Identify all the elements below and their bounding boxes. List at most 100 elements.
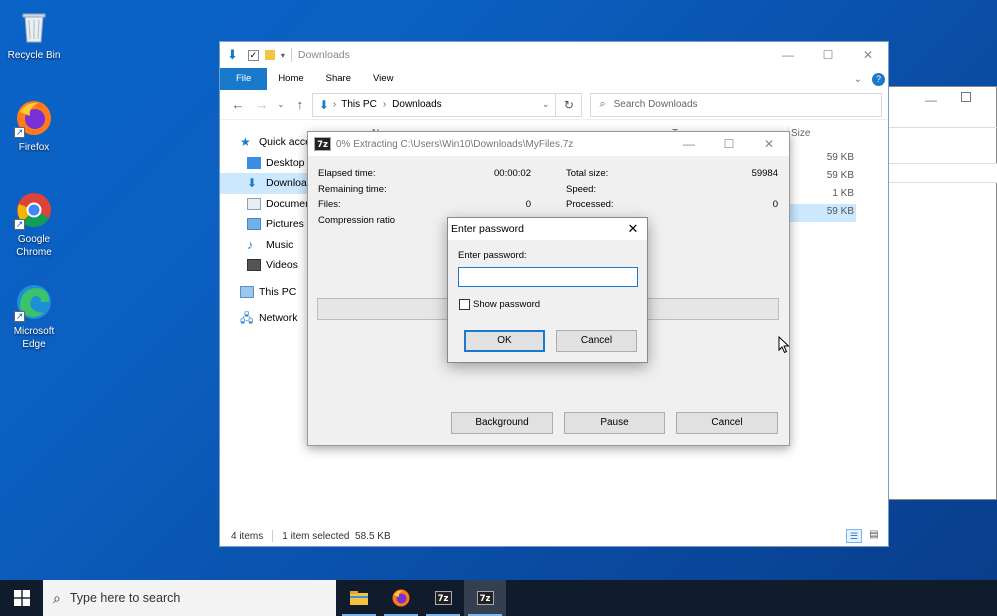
cancel-extraction-button[interactable]: Cancel xyxy=(676,412,778,434)
close-icon[interactable]: ✕ xyxy=(848,48,888,62)
file-size: 59 KB xyxy=(826,170,854,181)
background-window[interactable]: — xyxy=(888,86,997,500)
back-arrow-icon[interactable]: ← xyxy=(226,97,250,112)
desktop-icon-firefox[interactable]: ↗ Firefox xyxy=(2,98,66,154)
total-size-label: Total size: xyxy=(566,168,609,179)
details-view-icon[interactable]: ☰ xyxy=(846,529,862,543)
breadcrumb-this-pc[interactable]: This PC xyxy=(341,99,377,110)
taskbar-app-7zip[interactable]: 7z xyxy=(422,580,464,616)
processed-value: 0 xyxy=(772,199,778,210)
password-dialog-title: Enter password xyxy=(451,223,524,235)
documents-icon xyxy=(247,197,261,210)
show-password-checkbox[interactable] xyxy=(459,299,470,310)
sidebar-item-label: This PC xyxy=(259,285,297,298)
breadcrumb-separator-icon: › xyxy=(332,99,337,110)
file-size: 1 KB xyxy=(832,188,854,199)
desktop-folder-icon xyxy=(247,156,261,169)
maximize-icon[interactable]: ☐ xyxy=(808,48,848,62)
downloads-folder-icon: ⬇ xyxy=(318,97,329,112)
desktop-icon-edge[interactable]: ↗ Microsoft Edge xyxy=(2,282,66,351)
cancel-button[interactable]: Cancel xyxy=(556,330,637,352)
address-row: ← → ⌄ ↑ ⬇ › This PC › Downloads ⌄ ↻ ⌕ Se… xyxy=(220,90,888,120)
start-button[interactable] xyxy=(0,580,43,616)
minimize-icon[interactable]: — xyxy=(669,137,709,151)
maximize-icon[interactable] xyxy=(961,92,971,102)
refresh-button[interactable]: ↻ xyxy=(556,92,583,117)
sevenzip-titlebar[interactable]: 7z 0% Extracting C:\Users\Win10\Download… xyxy=(308,132,789,156)
taskbar-app-firefox[interactable] xyxy=(380,580,422,616)
files-label: Files: xyxy=(318,199,341,210)
quick-access-download-icon[interactable]: ⬇ xyxy=(227,47,238,63)
shortcut-arrow-icon: ↗ xyxy=(14,127,25,138)
show-password-label[interactable]: Show password xyxy=(473,299,540,310)
breadcrumb-separator-icon: › xyxy=(382,99,387,110)
address-bar[interactable]: ⬇ › This PC › Downloads ⌄ xyxy=(311,92,557,117)
divider xyxy=(272,530,274,542)
search-box[interactable]: ⌕ Search Downloads xyxy=(590,92,882,117)
firefox-icon xyxy=(392,589,410,607)
toolbar-strip xyxy=(889,163,997,183)
password-dialog[interactable]: Enter password ✕ Enter password: Show pa… xyxy=(447,217,648,363)
background-button[interactable]: Background xyxy=(451,412,553,434)
windows-logo-icon xyxy=(13,590,30,606)
sevenzip-title: 0% Extracting C:\Users\Win10\Downloads\M… xyxy=(336,138,574,150)
7zip-icon: 7z xyxy=(434,591,452,605)
password-input[interactable] xyxy=(458,267,638,287)
desktop-icon-label: Firefox xyxy=(18,142,50,153)
large-icons-view-icon[interactable]: ▤ xyxy=(866,529,882,543)
7zip-icon: 7z xyxy=(314,137,331,151)
taskbar-search-box[interactable]: ⌕ Type here to search xyxy=(43,580,336,616)
sidebar-item-label: Videos xyxy=(266,259,298,272)
column-header-size[interactable]: Size xyxy=(788,127,858,145)
minimize-icon[interactable]: — xyxy=(768,48,808,62)
sidebar-item-label: Pictures xyxy=(266,218,304,231)
computer-icon xyxy=(240,285,254,298)
tab-home[interactable]: Home xyxy=(267,68,314,90)
tab-view[interactable]: View xyxy=(362,68,404,90)
ok-button[interactable]: OK xyxy=(464,330,545,352)
minimize-icon[interactable]: — xyxy=(925,93,937,107)
search-icon: ⌕ xyxy=(599,98,606,110)
processed-label: Processed: xyxy=(566,199,614,210)
desktop-icon-label: Google Chrome xyxy=(16,234,52,258)
properties-icon[interactable]: ✓ xyxy=(247,49,259,61)
up-arrow-icon[interactable]: ↑ xyxy=(288,97,312,112)
elapsed-time-value: 00:00:02 xyxy=(494,168,531,179)
taskbar-app-7zip-active[interactable]: 7z xyxy=(464,580,506,616)
pictures-icon xyxy=(247,218,261,231)
7zip-icon: 7z xyxy=(476,591,494,605)
refresh-icon: ↻ xyxy=(563,97,574,112)
forward-arrow-icon[interactable]: → xyxy=(250,97,274,112)
close-icon[interactable]: ✕ xyxy=(619,221,647,237)
network-icon: 🖧 xyxy=(240,311,254,326)
taskbar-search-placeholder: Type here to search xyxy=(69,591,181,605)
tab-file[interactable]: File xyxy=(220,68,268,90)
desktop-icon-chrome[interactable]: ↗ Google Chrome xyxy=(2,190,66,259)
recycle-bin-icon xyxy=(14,6,54,46)
pause-button[interactable]: Pause xyxy=(564,412,665,434)
customize-chevron-icon[interactable]: ▾ xyxy=(281,51,285,60)
file-size: 59 KB xyxy=(826,206,854,217)
firefox-icon: ↗ xyxy=(14,98,54,138)
taskbar-app-file-explorer[interactable] xyxy=(338,580,380,616)
sidebar-item-label: Music xyxy=(266,238,294,251)
downloads-icon: ⬇ xyxy=(247,176,258,191)
desktop-icon-recycle-bin[interactable]: Recycle Bin xyxy=(2,6,66,62)
help-icon[interactable]: ? xyxy=(872,72,885,86)
address-dropdown-chevron-icon[interactable]: ⌄ xyxy=(542,99,550,110)
password-dialog-titlebar[interactable]: Enter password ✕ xyxy=(448,218,647,240)
breadcrumb-downloads[interactable]: Downloads xyxy=(392,99,441,110)
maximize-icon[interactable]: ☐ xyxy=(709,137,749,151)
folder-icon[interactable] xyxy=(264,50,275,60)
file-explorer-icon xyxy=(350,591,368,605)
shortcut-arrow-icon: ↗ xyxy=(14,311,25,322)
search-placeholder: Search Downloads xyxy=(613,99,698,110)
close-icon[interactable]: ✕ xyxy=(749,137,789,151)
divider xyxy=(889,127,997,128)
explorer-titlebar[interactable]: ⬇ ✓ ▾ Downloads — ☐ ✕ xyxy=(220,42,888,68)
star-icon: ★ xyxy=(240,135,251,150)
recent-locations-chevron-icon[interactable]: ⌄ xyxy=(274,100,288,109)
password-prompt-label: Enter password: xyxy=(458,250,527,261)
tab-share[interactable]: Share xyxy=(315,68,362,90)
expand-ribbon-chevron-icon[interactable]: ⌄ xyxy=(854,74,862,85)
